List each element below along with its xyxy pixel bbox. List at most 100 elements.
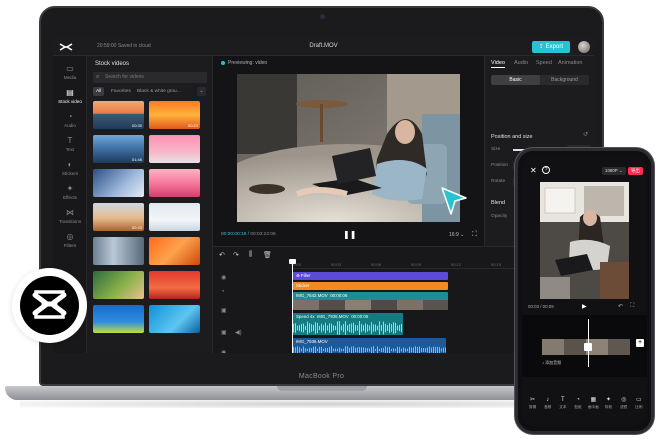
ruler-tick-label: 00:15	[491, 262, 502, 267]
stock-video-thumbnail[interactable]: 01:46	[93, 135, 144, 163]
stock-video-thumbnail[interactable]	[149, 203, 200, 231]
phone-add-audio-label: 添加音频	[545, 360, 562, 365]
stock-video-thumbnail[interactable]: 00:30	[93, 101, 144, 129]
phone-tool-label: 文本	[559, 405, 567, 409]
rail-item-stickers[interactable]: ◐ Stickers	[53, 160, 87, 176]
phone-tool-5[interactable]: ✦ 特效	[601, 396, 616, 410]
rotate-label: Rotate	[491, 179, 506, 184]
stock-video-thumbnail[interactable]	[149, 305, 200, 333]
split-icon[interactable]: ⫼	[249, 251, 252, 259]
phone-resolution-select[interactable]: 1080P ⌄	[602, 167, 626, 175]
tab-speed[interactable]: Speed	[536, 60, 552, 66]
phone-tool-6[interactable]: ◎ 滤镜	[616, 396, 631, 410]
editor-topbar: 20:59:00 Saved in cloud Draft.MOV ⇪ Expo…	[53, 38, 594, 56]
phone-tool-label: 音频	[544, 405, 552, 409]
segment-background[interactable]: Background	[540, 75, 589, 85]
timeline-playhead[interactable]	[292, 261, 293, 353]
filter-chip-all[interactable]: All	[93, 87, 105, 96]
undo-icon[interactable]: ↶	[219, 251, 225, 259]
playhead-handle[interactable]	[289, 259, 296, 264]
rail-item-label: Audio	[64, 123, 76, 128]
phone-clip-strip[interactable]	[542, 339, 630, 355]
delete-icon[interactable]: 🗑	[263, 251, 272, 259]
filter-clip[interactable]: ⊗ Filter	[293, 272, 448, 280]
rail-item-stock-video[interactable]: ▤ Stock video	[53, 88, 87, 104]
laptop-base-notch	[276, 386, 367, 391]
rail-item-text[interactable]: T Text	[53, 136, 87, 152]
stock-video-thumbnail[interactable]: 02:43	[93, 203, 144, 231]
rail-item-effects[interactable]: ✦ Effects	[53, 184, 87, 200]
video-clip-1-duration: 00:00:06	[330, 293, 348, 298]
thumbnail-duration: 00:23	[187, 123, 198, 128]
phone-export-button[interactable]: 导出	[628, 167, 643, 175]
stock-video-thumbnail[interactable]	[149, 135, 200, 163]
stock-video-thumbnail[interactable]	[93, 271, 144, 299]
promo-stage: MacBook Pro 20:59:00 Saved in cloud Draf…	[0, 0, 660, 440]
video-clip-1-frames	[293, 300, 448, 310]
phone-play-icon[interactable]: ▶	[582, 303, 587, 310]
phone-add-audio[interactable]: ♪ 添加音频	[542, 359, 602, 366]
size-label: Size	[491, 147, 501, 152]
rail-item-transitions[interactable]: ⋈ Transitions	[53, 208, 87, 224]
phone-tool-7[interactable]: ▭ 比例	[631, 396, 646, 410]
inspector-segment: Basic Background	[491, 75, 589, 85]
phone-tool-label: 特效	[604, 405, 613, 409]
phone-toolbar: ✂ 剪辑 ♪ 音频 T 文本 ◔ 贴纸 ▦ 画中画 ✦ 特效 ◎ 滤镜 ▭ 比例	[522, 396, 647, 416]
filter-chip-favorites[interactable]: Favorites	[108, 87, 134, 96]
phone-undo-icon[interactable]: ↶	[618, 303, 623, 310]
time-total: 00:03:22:06	[250, 232, 276, 237]
search-icon: ⌕	[96, 74, 100, 80]
redo-icon[interactable]: ↷	[233, 251, 239, 259]
filter-chip-bw[interactable]: Black & white grou...	[134, 87, 184, 96]
aspect-ratio-select[interactable]: 16:9 ⌄	[449, 232, 464, 238]
rail-item-label: Media	[63, 75, 77, 80]
phone-tool-0[interactable]: ✂ 剪辑	[525, 396, 540, 410]
phone-frame-image	[540, 182, 629, 299]
segment-basic[interactable]: Basic	[491, 75, 540, 85]
tab-video[interactable]: Video	[491, 60, 505, 68]
phone-tool-4[interactable]: ▦ 画中画	[586, 396, 601, 410]
rail-item-audio[interactable]: ◔ Audio	[53, 112, 87, 128]
stock-library-panel: Stock videos ⌕ Search for videos All Fav…	[87, 56, 213, 353]
avatar[interactable]	[578, 41, 590, 53]
lock-track-icon[interactable]: ◔	[221, 289, 225, 295]
sticker-clip[interactable]: Sticker	[293, 282, 448, 290]
stock-video-thumbnail[interactable]	[149, 237, 200, 265]
phone-tool-1[interactable]: ♪ 音频	[540, 396, 555, 410]
rail-item-media[interactable]: ▭ Media	[53, 64, 87, 80]
video-clip-2[interactable]: Speed 4x IMG_7936.MOV 00:00:05	[293, 313, 403, 335]
help-icon[interactable]: ?	[542, 166, 550, 174]
phone-fullscreen-icon[interactable]: ⛶	[630, 303, 634, 310]
tab-audio[interactable]: Audio	[514, 60, 528, 66]
search-input[interactable]: ⌕ Search for videos	[93, 72, 207, 83]
transitions-icon: ⋈	[66, 208, 74, 217]
audio-waveform	[293, 321, 402, 335]
time-current: 00:00:00:18	[221, 232, 247, 237]
stock-video-thumbnail[interactable]	[93, 237, 144, 265]
phone-video-preview[interactable]	[540, 182, 629, 299]
close-icon[interactable]: ✕	[530, 166, 537, 175]
video-clip-1[interactable]: IMG_7642.MOV 00:00:06	[293, 292, 448, 310]
tab-animation[interactable]: Animation	[558, 60, 582, 66]
fullscreen-icon[interactable]: ⛶	[472, 231, 477, 239]
export-button[interactable]: ⇪ Export	[532, 41, 570, 53]
rail-item-filters[interactable]: ◎ Filters	[53, 232, 87, 248]
reset-icon[interactable]: ↺	[583, 131, 588, 138]
stock-video-thumbnail[interactable]	[149, 169, 200, 197]
phone-tool-3[interactable]: ◔ 贴纸	[571, 396, 586, 410]
audio-clip[interactable]: IMG_7936.MOV	[293, 338, 446, 353]
phone-tool-label: 比例	[635, 405, 643, 409]
video-preview[interactable]	[237, 74, 460, 222]
speaker-icon[interactable]: ◀)	[235, 329, 242, 336]
audio-icon: ◔	[67, 112, 73, 121]
phone-tool-label: 剪辑	[528, 405, 537, 409]
pause-button[interactable]: ❚❚	[343, 230, 356, 239]
ruler-tick-label: 00:03	[331, 262, 342, 267]
stock-video-thumbnail[interactable]	[93, 169, 144, 197]
phone-tool-2[interactable]: T 文本	[555, 396, 570, 410]
stock-video-thumbnail[interactable]	[93, 305, 144, 333]
stock-video-thumbnail[interactable]	[149, 271, 200, 299]
stock-video-thumbnail[interactable]: 00:23	[149, 101, 200, 129]
chevron-down-icon[interactable]: ⌄	[197, 87, 206, 96]
phone-add-clip-button[interactable]: +	[636, 339, 644, 347]
